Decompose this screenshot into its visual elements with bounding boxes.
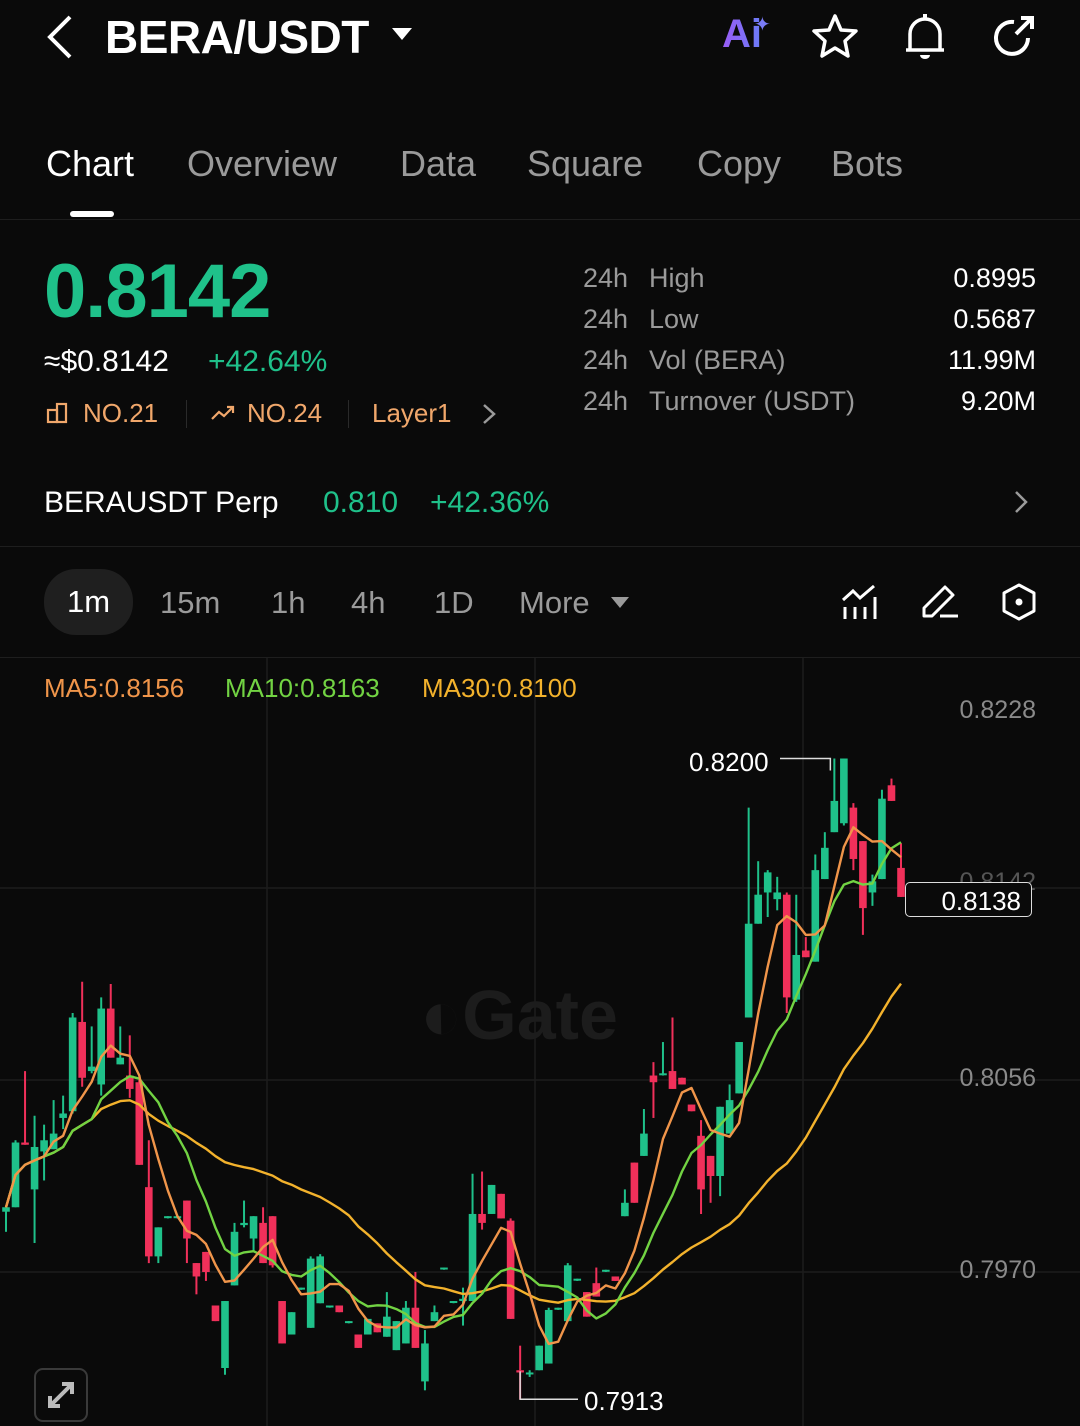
candle-body — [668, 1071, 677, 1089]
candle-body — [706, 1155, 715, 1177]
candle-body — [525, 1372, 534, 1375]
watermark-logo: ◐Gate — [420, 976, 618, 1054]
candle-body — [478, 1213, 486, 1223]
candle-body — [602, 1269, 610, 1272]
candle-body — [678, 1077, 686, 1085]
candle-body — [830, 800, 839, 833]
candle-body — [354, 1334, 363, 1348]
low-marker-label: 0.7913 — [584, 1386, 664, 1416]
candle-body — [554, 1307, 563, 1310]
candle-body — [78, 1021, 86, 1078]
candle-body — [782, 894, 791, 998]
candle-body — [649, 1075, 658, 1083]
candle-body — [821, 847, 829, 880]
current-price-tag: 0.8138 — [905, 882, 1032, 917]
candle-body — [421, 1343, 429, 1382]
candle-body — [487, 1184, 496, 1214]
high-marker-line — [780, 757, 832, 771]
candle-body — [411, 1307, 420, 1348]
fullscreen-button[interactable] — [34, 1368, 88, 1422]
candle-body — [221, 1301, 229, 1369]
candle-body — [249, 1216, 258, 1239]
candle-body — [640, 1133, 648, 1156]
candle-body — [840, 758, 848, 824]
price-axis-label: 0.7970 — [959, 1256, 1036, 1284]
candle-body — [154, 1227, 163, 1257]
candle-body — [659, 1073, 667, 1076]
candle-body — [621, 1202, 629, 1217]
candle-body — [21, 1142, 29, 1145]
candle-body — [440, 1267, 448, 1270]
candle-body — [859, 841, 867, 909]
candle-body — [573, 1278, 582, 1281]
expand-icon — [48, 1382, 74, 1408]
candle-body — [211, 1305, 220, 1322]
candle-body — [116, 1057, 125, 1065]
candle-body — [240, 1222, 248, 1226]
candle-body — [97, 1008, 106, 1085]
candle-body — [59, 1113, 67, 1118]
candle-body — [887, 785, 896, 801]
candle-body — [68, 1017, 77, 1112]
candle-body — [40, 1140, 48, 1152]
candle-body — [801, 950, 810, 958]
candle-body — [325, 1305, 334, 1308]
candle-body — [278, 1301, 286, 1344]
candle-body — [145, 1187, 153, 1257]
candle-body — [449, 1301, 458, 1304]
candle-body — [897, 867, 905, 897]
candle-body — [497, 1193, 505, 1219]
price-axis-label: 0.8056 — [959, 1064, 1036, 1092]
candle-body — [716, 1106, 724, 1177]
price-axis-label: 0.8228 — [959, 696, 1036, 724]
candle-body — [744, 923, 753, 1018]
candle-body — [202, 1251, 210, 1273]
candle-body — [87, 1066, 96, 1072]
candle-body — [2, 1207, 10, 1212]
candle-body — [30, 1146, 39, 1190]
candle-body — [335, 1305, 344, 1313]
candle-body — [192, 1263, 201, 1277]
candle-body — [773, 892, 782, 900]
candle-body — [754, 894, 762, 924]
candle-body — [164, 1216, 172, 1219]
candle-body — [735, 1042, 743, 1094]
candlestick-chart[interactable] — [0, 0, 1080, 1426]
candle-body — [763, 872, 772, 893]
candle-body — [316, 1256, 325, 1304]
candle-body — [430, 1312, 439, 1322]
candle-body — [344, 1321, 353, 1324]
ma30-label: MA30:0.8100 — [422, 673, 577, 703]
ma5-label: MA5:0.8156 — [44, 673, 185, 703]
candle-body — [287, 1312, 296, 1335]
candle-body — [687, 1104, 696, 1112]
candle-body — [611, 1276, 620, 1281]
high-marker-label: 0.8200 — [689, 747, 769, 777]
candle-body — [535, 1345, 543, 1371]
ma10-label: MA10:0.8163 — [225, 673, 380, 703]
candle-body — [630, 1162, 639, 1203]
